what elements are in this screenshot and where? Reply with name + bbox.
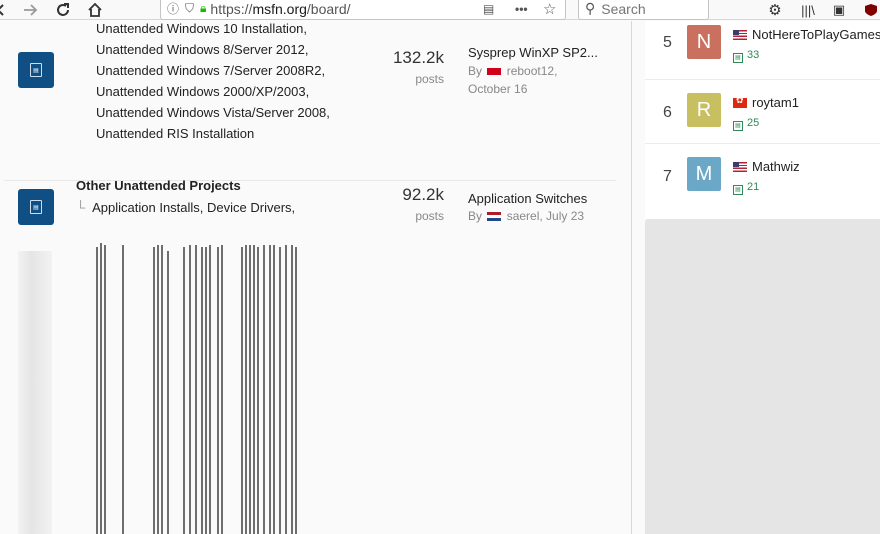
subforum-link[interactable]: Unattended Windows Vista/Server 2008,	[96, 105, 330, 120]
reader-view-icon[interactable]: ▤	[483, 2, 494, 16]
subforum-link[interactable]: Unattended Windows 2000/XP/2003,	[96, 84, 309, 99]
last-post-user-date[interactable]: saerel, July 23	[507, 209, 584, 223]
user-flag-icon	[733, 95, 747, 108]
home-icon[interactable]	[84, 0, 106, 20]
back-icon[interactable]	[0, 0, 10, 20]
last-post-user[interactable]: reboot12,	[507, 64, 558, 78]
subforum-link[interactable]: Unattended Windows 8/Server 2012,	[96, 42, 308, 57]
reload-icon[interactable]	[52, 0, 74, 20]
search-icon: ⚲	[585, 0, 596, 16]
page-actions-icon[interactable]: •••	[515, 2, 528, 16]
url-text[interactable]: https://msfn.org/board/	[210, 1, 350, 17]
reputation-value: 33	[747, 49, 760, 61]
last-post-title[interactable]: Application Switches	[468, 191, 587, 206]
reputation: ▤ 25	[733, 117, 759, 131]
last-post-meta: By reboot12,	[468, 64, 557, 78]
sidebar-placeholder-panel	[645, 219, 880, 534]
leaderboard-row: 7 M Mathwiz ▤ 21	[645, 144, 880, 208]
forum-read-icon: ▤	[18, 52, 54, 88]
rank-number: 6	[663, 104, 672, 121]
reputation-icon: ▤	[733, 121, 743, 131]
sidebar-divider	[631, 21, 632, 534]
by-label: By	[468, 209, 483, 223]
reputation: ▤ 33	[733, 49, 759, 63]
url-prefix: https://	[210, 0, 253, 17]
info-icon[interactable]: ⓘ	[167, 0, 179, 17]
reputation-icon: ▤	[733, 185, 743, 195]
by-label: By	[468, 64, 483, 78]
last-post-meta: By saerel, July 23	[468, 209, 584, 223]
username-link[interactable]: NotHereToPlayGames	[752, 27, 880, 42]
forum-read-icon: ▤	[18, 189, 54, 225]
subforum-link[interactable]: Application Installs,	[92, 200, 203, 215]
username-link[interactable]: roytam1	[752, 95, 799, 110]
subforum-link[interactable]: Unattended Windows 7/Server 2008R2,	[96, 63, 325, 78]
leaderboard: 5 N NotHereToPlayGames ▤ 33 6 R roytam1 ▤…	[645, 21, 880, 219]
avatar[interactable]: M	[687, 157, 721, 191]
leaderboard-row: 5 N NotHereToPlayGames ▤ 33	[645, 16, 880, 80]
subforum-list: └ Application Installs, Device Drivers,	[76, 200, 295, 215]
rank-number: 7	[663, 168, 672, 185]
reputation-icon: ▤	[733, 53, 743, 63]
leaderboard-row: 6 R roytam1 ▤ 25	[645, 80, 880, 144]
bookmark-star-icon[interactable]: ☆	[543, 0, 556, 18]
url-domain: msfn.org	[252, 0, 307, 17]
subforum-link[interactable]: Unattended Windows 10 Installation,	[96, 21, 307, 36]
secure-lock-icon[interactable]: 🔒︎	[200, 1, 206, 16]
user-flag-icon	[487, 212, 502, 222]
loading-placeholder-bar	[18, 251, 52, 534]
post-count: 92.2k	[402, 185, 444, 204]
reputation: ▤ 21	[733, 181, 759, 195]
subforum-link[interactable]: Device Drivers,	[207, 200, 295, 215]
forward-icon[interactable]	[20, 0, 42, 20]
avatar[interactable]: N	[687, 25, 721, 59]
url-bar[interactable]: ⓘ ⛉ 🔒︎ https://msfn.org/board/ ▤ ••• ☆	[160, 0, 566, 20]
subforum-branch-icon: └	[76, 200, 86, 215]
username-link[interactable]: Mathwiz	[752, 159, 800, 174]
forum-list: ▤ Unattended Windows 10 Installation, Un…	[0, 21, 632, 534]
last-post-title[interactable]: Sysprep WinXP SP2...	[468, 45, 598, 60]
user-flag-icon	[733, 30, 747, 40]
user-flag-icon	[487, 68, 502, 76]
last-post-date: October 16	[468, 82, 528, 96]
rendering-artifact	[96, 243, 297, 534]
tracking-shield-icon[interactable]: ⛉	[185, 1, 194, 16]
search-input[interactable]	[601, 0, 702, 17]
subforum-link[interactable]: Unattended RIS Installation	[96, 126, 254, 141]
forum-title[interactable]: Other Unattended Projects	[76, 178, 241, 193]
post-count-unit: posts	[415, 72, 444, 86]
rank-number: 5	[663, 34, 672, 51]
post-count: 132.2k	[392, 48, 444, 67]
post-count-unit: posts	[415, 209, 444, 223]
user-flag-icon	[733, 162, 747, 172]
reputation-value: 25	[747, 117, 760, 129]
avatar[interactable]: R	[687, 93, 721, 127]
reputation-value: 21	[747, 181, 760, 193]
url-path: /board/	[306, 0, 351, 17]
